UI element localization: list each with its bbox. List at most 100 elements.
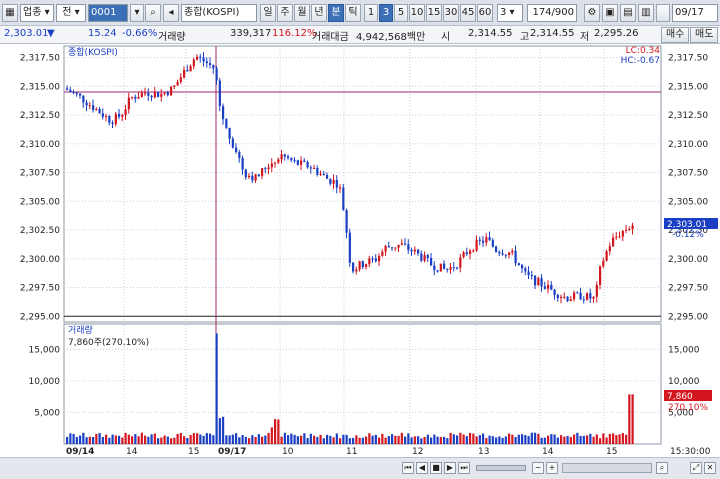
candle-body xyxy=(436,270,439,272)
candle-body xyxy=(358,261,361,270)
volume-bar xyxy=(514,436,517,444)
dropdown-icon[interactable]: ▾ xyxy=(130,4,144,22)
volume-bar xyxy=(124,432,127,444)
candle-body xyxy=(332,179,335,184)
period-type-select[interactable]: 전 ▾ xyxy=(56,4,86,22)
interval-45[interactable]: 45 xyxy=(460,4,476,22)
next-icon[interactable]: ▶ xyxy=(444,462,456,474)
date-field[interactable]: 09/17 xyxy=(672,4,718,22)
candle-body xyxy=(257,174,260,177)
last-icon[interactable]: ⏭ xyxy=(458,462,470,474)
volume-bar xyxy=(537,433,540,444)
close-icon[interactable]: ✕ xyxy=(704,462,716,474)
interval-15[interactable]: 15 xyxy=(426,4,442,22)
zoom-out-icon[interactable]: − xyxy=(532,462,544,474)
x-tick-label: 15 xyxy=(188,447,199,457)
chart-svg[interactable]: 2,317.50 2,315.00 2,312.50 2,310.00 2,307.50… xyxy=(0,44,720,457)
volume-bar xyxy=(482,433,485,444)
volume-bar xyxy=(586,435,589,444)
candle-body xyxy=(300,160,303,165)
layout-icon[interactable]: ▥ xyxy=(638,4,654,22)
interval-30[interactable]: 30 xyxy=(443,4,459,22)
search-icon[interactable]: ⌕ xyxy=(145,4,161,22)
first-icon[interactable]: ⏮ xyxy=(402,462,414,474)
volume-bar xyxy=(231,434,234,444)
volume-bar xyxy=(225,435,228,444)
interval-1[interactable]: 1 xyxy=(364,4,378,22)
candle-body xyxy=(410,249,413,252)
interval-select[interactable]: 3 ▾ xyxy=(497,4,523,22)
prev-icon[interactable]: ◀ xyxy=(416,462,428,474)
volume-bar xyxy=(111,434,114,444)
volume-bar xyxy=(85,437,88,444)
candle-body xyxy=(413,249,416,252)
volume-bar xyxy=(573,434,576,444)
scrollbar[interactable] xyxy=(562,463,652,473)
settings-icon[interactable]: ⚙ xyxy=(584,4,600,22)
volume-bar xyxy=(631,394,634,444)
buy-button[interactable]: 매수 xyxy=(661,27,690,43)
volume-bar xyxy=(625,434,628,444)
candle-body xyxy=(482,240,485,243)
chart-icon[interactable]: ▦ xyxy=(2,4,18,22)
tab-week[interactable]: 주 xyxy=(277,4,293,22)
candle-body xyxy=(504,254,507,256)
zoom-in-icon[interactable]: + xyxy=(546,462,558,474)
candle-body xyxy=(387,246,390,248)
candle-body xyxy=(196,56,199,60)
volume-bar xyxy=(530,432,533,444)
search-small-icon[interactable]: ⌕ xyxy=(656,462,668,474)
code-input[interactable]: 0001 xyxy=(88,4,128,22)
volume-bar xyxy=(368,433,371,444)
expand-icon[interactable]: ⤢ xyxy=(690,462,702,474)
chart-area[interactable]: 2,317.50 2,315.00 2,312.50 2,310.00 2,307.50… xyxy=(0,44,720,457)
candle-body xyxy=(192,59,195,67)
volume-bar xyxy=(264,435,267,444)
volume-bar xyxy=(157,438,160,444)
candle-body xyxy=(131,96,134,98)
volume-bar xyxy=(462,434,465,444)
candle-body xyxy=(439,263,442,272)
candle-body xyxy=(306,161,309,168)
tab-year[interactable]: 년 xyxy=(311,4,327,22)
y-tick-label: 2,312.50 xyxy=(20,111,60,121)
candle-body xyxy=(374,258,377,262)
change-value: 15.24 xyxy=(88,28,117,39)
sell-button[interactable]: 매도 xyxy=(690,27,719,43)
zoom-slider[interactable] xyxy=(476,465,526,471)
y-tick-label-right: 2,300.00 xyxy=(668,255,708,265)
volume-bar xyxy=(407,433,410,444)
candle-body xyxy=(521,265,524,269)
lock-icon[interactable]: ▣ xyxy=(602,4,618,22)
interval-3[interactable]: 3 xyxy=(379,4,393,22)
volume-bar xyxy=(222,416,225,444)
checkbox[interactable] xyxy=(656,4,670,22)
interval-5[interactable]: 5 xyxy=(394,4,408,22)
current-pct-text: -0.12% xyxy=(672,230,704,240)
volume-bar xyxy=(95,433,98,444)
stop-icon[interactable]: ■ xyxy=(430,462,442,474)
tab-day[interactable]: 일 xyxy=(260,4,276,22)
candle-body xyxy=(404,243,407,245)
market-select[interactable]: 업종 ▾ xyxy=(20,4,54,22)
x-tick-label: 10 xyxy=(282,447,294,457)
tab-month[interactable]: 월 xyxy=(294,4,310,22)
volume-bar xyxy=(621,433,624,444)
candle-body xyxy=(368,258,371,265)
volume-bar xyxy=(173,437,176,444)
candle-body xyxy=(459,257,462,268)
interval-60[interactable]: 60 xyxy=(477,4,493,22)
volume-bar xyxy=(131,436,134,444)
count-field[interactable]: 174/900 xyxy=(527,4,577,22)
grid-icon[interactable]: ▤ xyxy=(620,4,636,22)
candle-body xyxy=(381,251,384,256)
speaker-icon[interactable]: ◂ xyxy=(163,4,179,22)
interval-10[interactable]: 10 xyxy=(409,4,425,22)
volume-bar xyxy=(410,437,413,444)
volume-bar xyxy=(192,433,195,444)
volume-y-tick-right: 15,000 xyxy=(668,345,700,355)
y-tick-label: 2,310.00 xyxy=(20,140,60,150)
tab-minute[interactable]: 분 xyxy=(328,4,344,22)
tab-tick[interactable]: 틱 xyxy=(345,4,361,22)
volume-bar xyxy=(212,435,215,444)
